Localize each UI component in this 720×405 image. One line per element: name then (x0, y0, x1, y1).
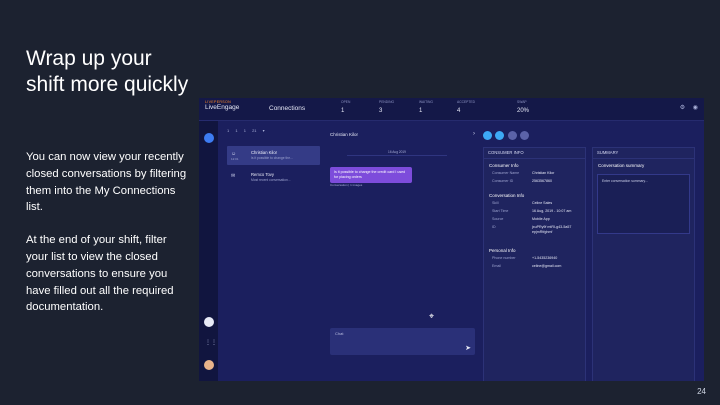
info-value: 16 Aug, 2019 - 10:07 am (532, 209, 572, 213)
info-key: Phone number (492, 256, 516, 260)
product-name: LiveEngage (205, 104, 240, 111)
gear-icon[interactable]: ⚙ (680, 105, 685, 111)
summary-textarea[interactable]: Enter conversation summary... (597, 174, 690, 234)
user-icon[interactable]: ◉ (693, 105, 698, 111)
list-item[interactable]: ☺ 12:01 Christian Kilor Is it possible t… (227, 146, 320, 165)
filter-count-waiting[interactable]: 1 (244, 128, 246, 133)
metric-label: OPEN (341, 100, 351, 104)
widget-toggle-icon[interactable] (520, 131, 530, 140)
info-row: Start Time 16 Aug, 2019 - 10:07 am (484, 207, 585, 215)
card-preview: Is it possible to change the... (251, 156, 293, 160)
info-value: 2563567860 (532, 179, 552, 183)
summary-placeholder: Enter conversation summary... (602, 179, 648, 183)
date-separator: 16 Aug 2019 (347, 150, 447, 156)
metric-label: WAITING (419, 100, 433, 104)
agent-status-icon[interactable] (204, 133, 214, 143)
info-key: Consumer ID (492, 179, 514, 183)
metric-waiting: WAITING 1 (419, 100, 433, 114)
chat-area: Christian Kilor › 16 Aug 2019 Is it poss… (327, 128, 475, 381)
card-preview: Most recent conversation... (251, 178, 291, 182)
logo: LIVEPERSON LiveEngage (205, 100, 239, 111)
metric-value: 1 (341, 108, 345, 114)
metric-open: OPEN 1 (341, 100, 350, 114)
info-row: ID jxuPRy9f mtRI-g43-5a57 epjmRtfghmf (484, 223, 585, 236)
slide-body: You can now view your recently closed co… (26, 149, 191, 332)
slide-title: Wrap up your shift more quickly (26, 47, 189, 96)
info-key: Consumer Name (492, 171, 520, 175)
page-title: Connections (269, 105, 306, 112)
info-key: ID (492, 225, 496, 229)
info-value: jxuPRy9f mtRI-g43-5a57 epjmRtfghmf (532, 225, 572, 234)
body-paragraph-2: At the end of your shift, filter your li… (26, 234, 174, 314)
section-title: Consumer Info (489, 163, 519, 168)
message-meta: Conversation | 1 images (330, 183, 363, 187)
card-name: Christian Kilor (251, 150, 278, 155)
filter-icon[interactable]: ▾ (263, 128, 265, 133)
app-screenshot: LIVEPERSON LiveEngage Connections OPEN 1… (199, 98, 704, 381)
card-name: Remco Tovy (251, 172, 274, 177)
composer-placeholder: Chat (335, 331, 344, 336)
info-key: Start Time (492, 209, 509, 213)
panel-header: CONSUMER INFO (484, 148, 585, 159)
info-value: celine@gmail.com (532, 264, 562, 268)
metric-label: SWAP (517, 100, 527, 104)
list-filter-bar: 1 1 1 21 ▾ (227, 128, 322, 138)
body-paragraph-1: You can now view your recently closed co… (26, 151, 187, 214)
metric-value: 20% (517, 108, 530, 114)
info-row: Consumer Name Christian Kilor (484, 169, 585, 177)
filter-count-pending[interactable]: 1 (235, 128, 237, 133)
metric-value: 1 (419, 108, 423, 114)
top-bar: LIVEPERSON LiveEngage Connections OPEN 1… (199, 98, 704, 121)
send-icon[interactable]: ➤ (465, 344, 471, 352)
chat-header: Christian Kilor (330, 132, 359, 137)
metric-label: ACCEPTED (457, 100, 475, 104)
info-value: +1-5435236940 (532, 256, 558, 260)
info-key: Email (492, 264, 501, 268)
info-row: Email celine@gmail.com (484, 262, 585, 270)
info-value: Christian Kilor (532, 171, 555, 175)
info-row: Skill Celine Sales (484, 199, 585, 207)
metric-pending: PENDING 3 (379, 100, 394, 114)
message-bubble: Is it possible to change the credit card… (330, 167, 412, 183)
panel-header: SUMMARY (593, 148, 694, 159)
info-key: Skill (492, 201, 499, 205)
message-composer[interactable]: Chat ➤ (330, 328, 475, 355)
widget-toggle-icon[interactable] (507, 131, 517, 140)
info-row: Consumer ID 2563567860 (484, 177, 585, 185)
mouse-cursor-icon: ⌖ (429, 311, 435, 321)
info-row: Phone number +1-5435236940 (484, 254, 585, 262)
filter-count-all[interactable]: 21 (252, 128, 256, 133)
card-time: 12:01 (231, 157, 239, 161)
page-number: 24 (697, 387, 706, 396)
info-value: Mobile App (532, 217, 550, 221)
metric-value: 4 (457, 108, 461, 114)
apps-grid-icon[interactable]: ⋮⋮ (205, 339, 217, 346)
top-icons: ⚙ ◉ (674, 104, 698, 111)
list-item[interactable]: ✉ Remco Tovy Most recent conversation... (227, 168, 320, 187)
section-title: Conversation Info (489, 193, 525, 198)
info-row: Source Mobile App (484, 215, 585, 223)
metric-label: PENDING (379, 100, 395, 104)
metric-swap: SWAP 20% (517, 100, 529, 114)
chevron-right-icon[interactable]: › (473, 131, 475, 137)
summary-panel: SUMMARY Conversation summary Enter conve… (592, 147, 695, 381)
summary-toggle-icon[interactable] (495, 131, 505, 140)
info-key: Source (492, 217, 504, 221)
section-title: Personal Info (489, 248, 516, 253)
message-icon: ✉ (231, 173, 236, 179)
widget-toggle-group (483, 131, 531, 142)
clock-icon[interactable] (204, 317, 214, 327)
connections-list: 1 1 1 21 ▾ ☺ 12:01 Christian Kilor Is it… (227, 128, 322, 381)
left-nav: ⋮⋮ (199, 121, 218, 381)
metric-value: 3 (379, 108, 383, 114)
avatar[interactable] (204, 360, 214, 370)
consumer-info-toggle-icon[interactable] (483, 131, 492, 140)
filter-count-open[interactable]: 1 (227, 128, 229, 133)
consumer-info-panel: CONSUMER INFO Consumer Info Consumer Nam… (483, 147, 586, 381)
metric-accepted: ACCEPTED 4 (457, 100, 475, 114)
info-value: Celine Sales (532, 201, 553, 205)
section-title: Conversation summary (598, 163, 645, 168)
